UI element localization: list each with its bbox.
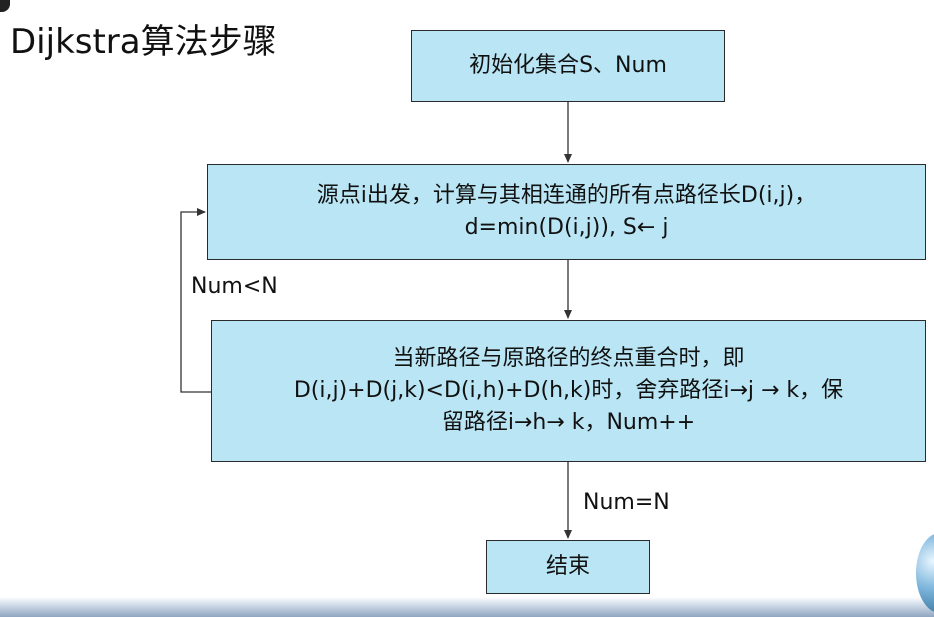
compare-step-box: 当新路径与原路径的终点重合时，即 D(i,j)+D(j,k)<D(i,h)+D(…	[211, 320, 926, 462]
exit-condition-label: Num=N	[583, 490, 670, 515]
slide: Dijkstra算法步骤 初始化集合S、Num 源点i出发，计算与其相连通的所有…	[0, 0, 934, 617]
compare-step-line-2: D(i,j)+D(j,k)<D(i,h)+D(h,k)时，舍弃路径i→j → k…	[293, 378, 844, 404]
end-step-text: 结束	[545, 554, 590, 580]
loop-condition-label: Num<N	[191, 274, 278, 299]
compare-step-line-1: 当新路径与原路径的终点重合时，即	[392, 346, 745, 372]
end-step-box: 结束	[486, 540, 650, 594]
source-step-box: 源点i出发，计算与其相连通的所有点路径长D(i,j)， d=min(D(i,j)…	[207, 164, 926, 260]
compare-step-line-3: 留路径i→h→ k，Num++	[441, 409, 696, 435]
footer-gradient-bar	[0, 597, 934, 617]
init-step-box: 初始化集合S、Num	[411, 30, 725, 102]
source-step-line-1: 源点i出发，计算与其相连通的所有点路径长D(i,j)，	[316, 183, 817, 209]
source-step-line-2: d=min(D(i,j)), S← j	[464, 215, 669, 240]
init-step-text: 初始化集合S、Num	[469, 53, 667, 79]
